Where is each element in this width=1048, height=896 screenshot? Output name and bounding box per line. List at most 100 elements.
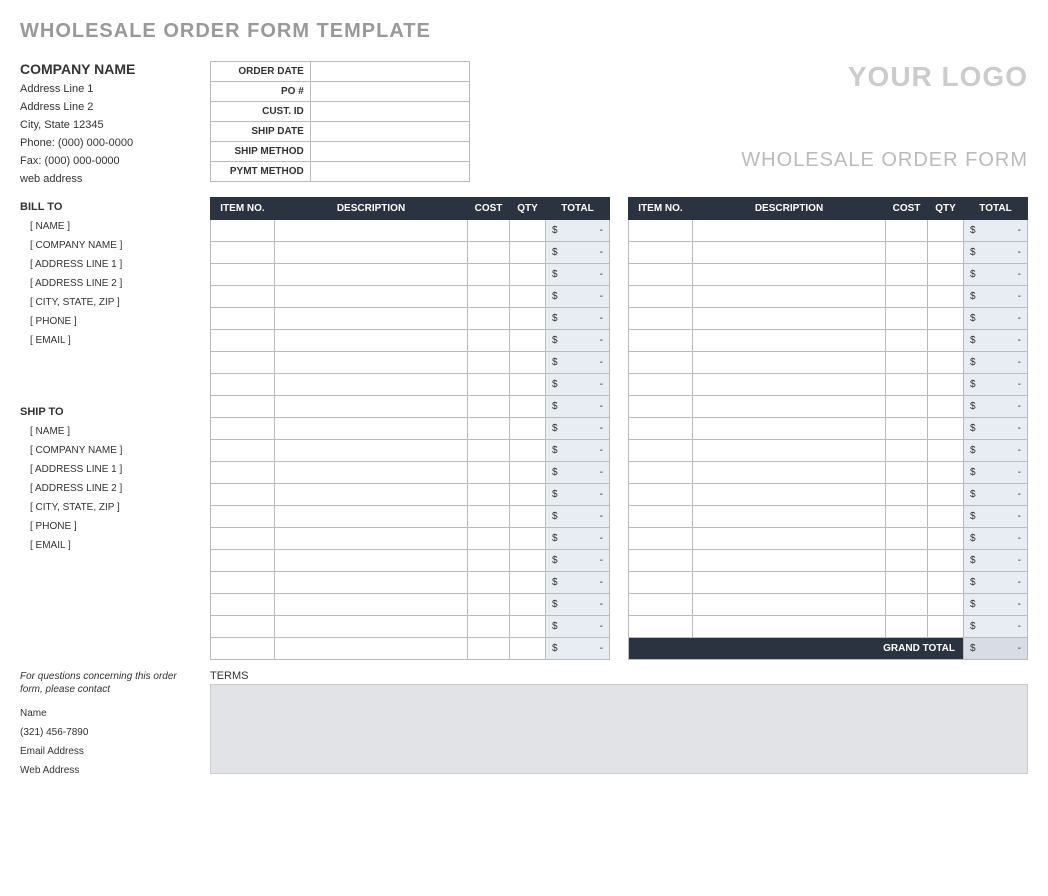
po-input[interactable] bbox=[310, 82, 469, 102]
description-cell[interactable] bbox=[275, 638, 468, 660]
cost-cell[interactable] bbox=[886, 462, 928, 484]
item-no-cell[interactable] bbox=[629, 528, 693, 550]
qty-cell[interactable] bbox=[510, 484, 546, 506]
qty-cell[interactable] bbox=[510, 264, 546, 286]
qty-cell[interactable] bbox=[928, 506, 964, 528]
cost-cell[interactable] bbox=[886, 242, 928, 264]
item-no-cell[interactable] bbox=[211, 594, 275, 616]
ship-to-email[interactable]: [ EMAIL ] bbox=[20, 540, 190, 551]
cost-cell[interactable] bbox=[468, 638, 510, 660]
qty-cell[interactable] bbox=[928, 418, 964, 440]
description-cell[interactable] bbox=[693, 242, 886, 264]
qty-cell[interactable] bbox=[510, 594, 546, 616]
qty-cell[interactable] bbox=[928, 484, 964, 506]
description-cell[interactable] bbox=[693, 352, 886, 374]
description-cell[interactable] bbox=[275, 396, 468, 418]
qty-cell[interactable] bbox=[510, 528, 546, 550]
qty-cell[interactable] bbox=[928, 220, 964, 242]
cost-cell[interactable] bbox=[468, 264, 510, 286]
cost-cell[interactable] bbox=[468, 616, 510, 638]
description-cell[interactable] bbox=[693, 550, 886, 572]
item-no-cell[interactable] bbox=[629, 286, 693, 308]
description-cell[interactable] bbox=[693, 374, 886, 396]
item-no-cell[interactable] bbox=[211, 330, 275, 352]
ship-to-company[interactable]: [ COMPANY NAME ] bbox=[20, 445, 190, 456]
cost-cell[interactable] bbox=[886, 506, 928, 528]
qty-cell[interactable] bbox=[928, 286, 964, 308]
qty-cell[interactable] bbox=[928, 572, 964, 594]
item-no-cell[interactable] bbox=[211, 374, 275, 396]
item-no-cell[interactable] bbox=[629, 572, 693, 594]
description-cell[interactable] bbox=[275, 264, 468, 286]
item-no-cell[interactable] bbox=[629, 220, 693, 242]
cost-cell[interactable] bbox=[468, 308, 510, 330]
item-no-cell[interactable] bbox=[211, 616, 275, 638]
ship-to-name[interactable]: [ NAME ] bbox=[20, 426, 190, 437]
qty-cell[interactable] bbox=[510, 286, 546, 308]
qty-cell[interactable] bbox=[510, 550, 546, 572]
description-cell[interactable] bbox=[275, 440, 468, 462]
description-cell[interactable] bbox=[693, 462, 886, 484]
cost-cell[interactable] bbox=[886, 352, 928, 374]
description-cell[interactable] bbox=[275, 330, 468, 352]
description-cell[interactable] bbox=[693, 286, 886, 308]
qty-cell[interactable] bbox=[510, 638, 546, 660]
qty-cell[interactable] bbox=[928, 374, 964, 396]
item-no-cell[interactable] bbox=[629, 506, 693, 528]
item-no-cell[interactable] bbox=[629, 264, 693, 286]
qty-cell[interactable] bbox=[510, 396, 546, 418]
ship-to-phone[interactable]: [ PHONE ] bbox=[20, 521, 190, 532]
order-date-input[interactable] bbox=[310, 62, 469, 82]
item-no-cell[interactable] bbox=[629, 594, 693, 616]
description-cell[interactable] bbox=[275, 484, 468, 506]
qty-cell[interactable] bbox=[510, 374, 546, 396]
description-cell[interactable] bbox=[275, 528, 468, 550]
qty-cell[interactable] bbox=[510, 330, 546, 352]
cost-cell[interactable] bbox=[468, 220, 510, 242]
qty-cell[interactable] bbox=[510, 308, 546, 330]
description-cell[interactable] bbox=[275, 374, 468, 396]
item-no-cell[interactable] bbox=[629, 616, 693, 638]
description-cell[interactable] bbox=[693, 572, 886, 594]
qty-cell[interactable] bbox=[510, 616, 546, 638]
bill-to-city[interactable]: [ CITY, STATE, ZIP ] bbox=[20, 297, 190, 308]
item-no-cell[interactable] bbox=[211, 572, 275, 594]
description-cell[interactable] bbox=[275, 462, 468, 484]
item-no-cell[interactable] bbox=[211, 396, 275, 418]
cost-cell[interactable] bbox=[468, 374, 510, 396]
cost-cell[interactable] bbox=[468, 418, 510, 440]
item-no-cell[interactable] bbox=[211, 440, 275, 462]
ship-to-address1[interactable]: [ ADDRESS LINE 1 ] bbox=[20, 464, 190, 475]
cost-cell[interactable] bbox=[886, 594, 928, 616]
description-cell[interactable] bbox=[693, 308, 886, 330]
item-no-cell[interactable] bbox=[211, 264, 275, 286]
description-cell[interactable] bbox=[693, 528, 886, 550]
description-cell[interactable] bbox=[275, 572, 468, 594]
cost-cell[interactable] bbox=[468, 352, 510, 374]
qty-cell[interactable] bbox=[510, 242, 546, 264]
description-cell[interactable] bbox=[693, 616, 886, 638]
item-no-cell[interactable] bbox=[629, 242, 693, 264]
bill-to-address1[interactable]: [ ADDRESS LINE 1 ] bbox=[20, 259, 190, 270]
description-cell[interactable] bbox=[275, 352, 468, 374]
cost-cell[interactable] bbox=[886, 264, 928, 286]
cost-cell[interactable] bbox=[468, 594, 510, 616]
description-cell[interactable] bbox=[693, 330, 886, 352]
qty-cell[interactable] bbox=[510, 220, 546, 242]
ship-date-input[interactable] bbox=[310, 122, 469, 142]
qty-cell[interactable] bbox=[928, 594, 964, 616]
description-cell[interactable] bbox=[275, 220, 468, 242]
description-cell[interactable] bbox=[275, 506, 468, 528]
cost-cell[interactable] bbox=[886, 418, 928, 440]
item-no-cell[interactable] bbox=[211, 528, 275, 550]
description-cell[interactable] bbox=[275, 616, 468, 638]
qty-cell[interactable] bbox=[928, 462, 964, 484]
item-no-cell[interactable] bbox=[629, 550, 693, 572]
item-no-cell[interactable] bbox=[629, 352, 693, 374]
item-no-cell[interactable] bbox=[211, 418, 275, 440]
item-no-cell[interactable] bbox=[211, 462, 275, 484]
item-no-cell[interactable] bbox=[629, 440, 693, 462]
item-no-cell[interactable] bbox=[211, 550, 275, 572]
cost-cell[interactable] bbox=[468, 506, 510, 528]
item-no-cell[interactable] bbox=[629, 396, 693, 418]
